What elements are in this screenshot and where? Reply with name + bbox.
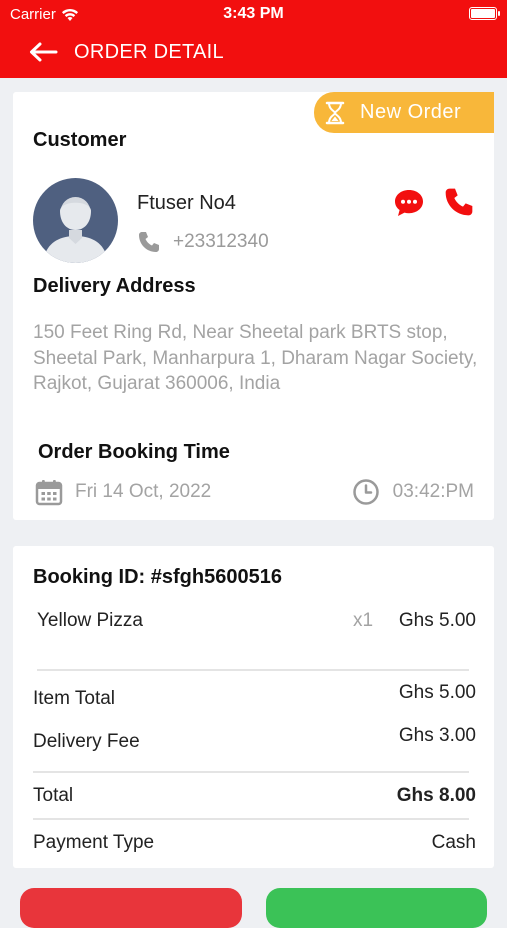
- booking-time-row: 03:42:PM: [352, 478, 474, 506]
- calendar-icon: [35, 480, 63, 506]
- delivery-fee-label: Delivery Fee: [33, 731, 140, 752]
- customer-phone-row: +23312340: [137, 230, 269, 254]
- phone-call-icon: [445, 188, 473, 216]
- nav-row: ORDER DETAIL: [28, 38, 224, 66]
- total-label: Total: [33, 785, 74, 806]
- divider: [33, 818, 469, 820]
- chat-icon: [395, 190, 423, 216]
- customer-heading: Customer: [33, 129, 127, 151]
- item-quantity: x1: [353, 610, 374, 631]
- booking-date-row: Fri 14 Oct, 2022: [35, 478, 211, 506]
- status-bar: Carrier 3:43 PM: [0, 0, 507, 28]
- booking-id: Booking ID: #sfgh5600516: [33, 566, 282, 588]
- avatar: [33, 178, 118, 263]
- battery-icon: [469, 7, 500, 20]
- divider: [37, 669, 469, 671]
- customer-phone: +23312340: [173, 231, 269, 252]
- booking-date: Fri 14 Oct, 2022: [75, 481, 212, 502]
- chat-button[interactable]: [393, 188, 425, 218]
- order-detail-card: New Order Customer Ftuser No4 +23312340 …: [13, 92, 494, 520]
- item-total-label: Item Total: [33, 688, 116, 709]
- payment-type-value: Cash: [431, 832, 476, 853]
- phone-icon: [139, 232, 159, 252]
- delivery-fee-value: Ghs 3.00: [398, 725, 476, 746]
- hourglass-icon: [324, 100, 346, 126]
- status-badge: New Order: [314, 92, 494, 133]
- back-arrow-icon: [30, 42, 58, 62]
- status-time: 3:43 PM: [223, 5, 284, 22]
- status-badge-label: New Order: [360, 101, 462, 123]
- delivery-address: 150 Feet Ring Rd, Near Sheetal park BRTS…: [33, 322, 478, 394]
- order-summary-card: Booking ID: #sfgh5600516 Yellow Pizza x1…: [13, 546, 494, 868]
- accept-order-button[interactable]: [266, 888, 487, 928]
- user-placeholder-icon: [43, 197, 108, 263]
- total-value: Ghs 8.00: [396, 785, 476, 806]
- delivery-address-heading: Delivery Address: [33, 275, 196, 297]
- divider: [33, 771, 469, 773]
- item-total-value: Ghs 5.00: [398, 682, 476, 703]
- payment-type-label: Payment Type: [33, 832, 155, 853]
- call-button[interactable]: [443, 186, 475, 218]
- app-header: Carrier 3:43 PM ORDER DETAIL: [0, 0, 507, 78]
- reject-order-button[interactable]: [20, 888, 242, 928]
- booking-time: 03:42:PM: [392, 481, 474, 502]
- customer-name: Ftuser No4: [137, 192, 236, 214]
- back-button[interactable]: [28, 38, 60, 66]
- item-price: Ghs 5.00: [398, 610, 476, 631]
- booking-time-heading: Order Booking Time: [38, 441, 230, 463]
- clock-icon: [352, 479, 379, 505]
- page-title: ORDER DETAIL: [74, 40, 224, 63]
- item-name: Yellow Pizza: [37, 610, 143, 631]
